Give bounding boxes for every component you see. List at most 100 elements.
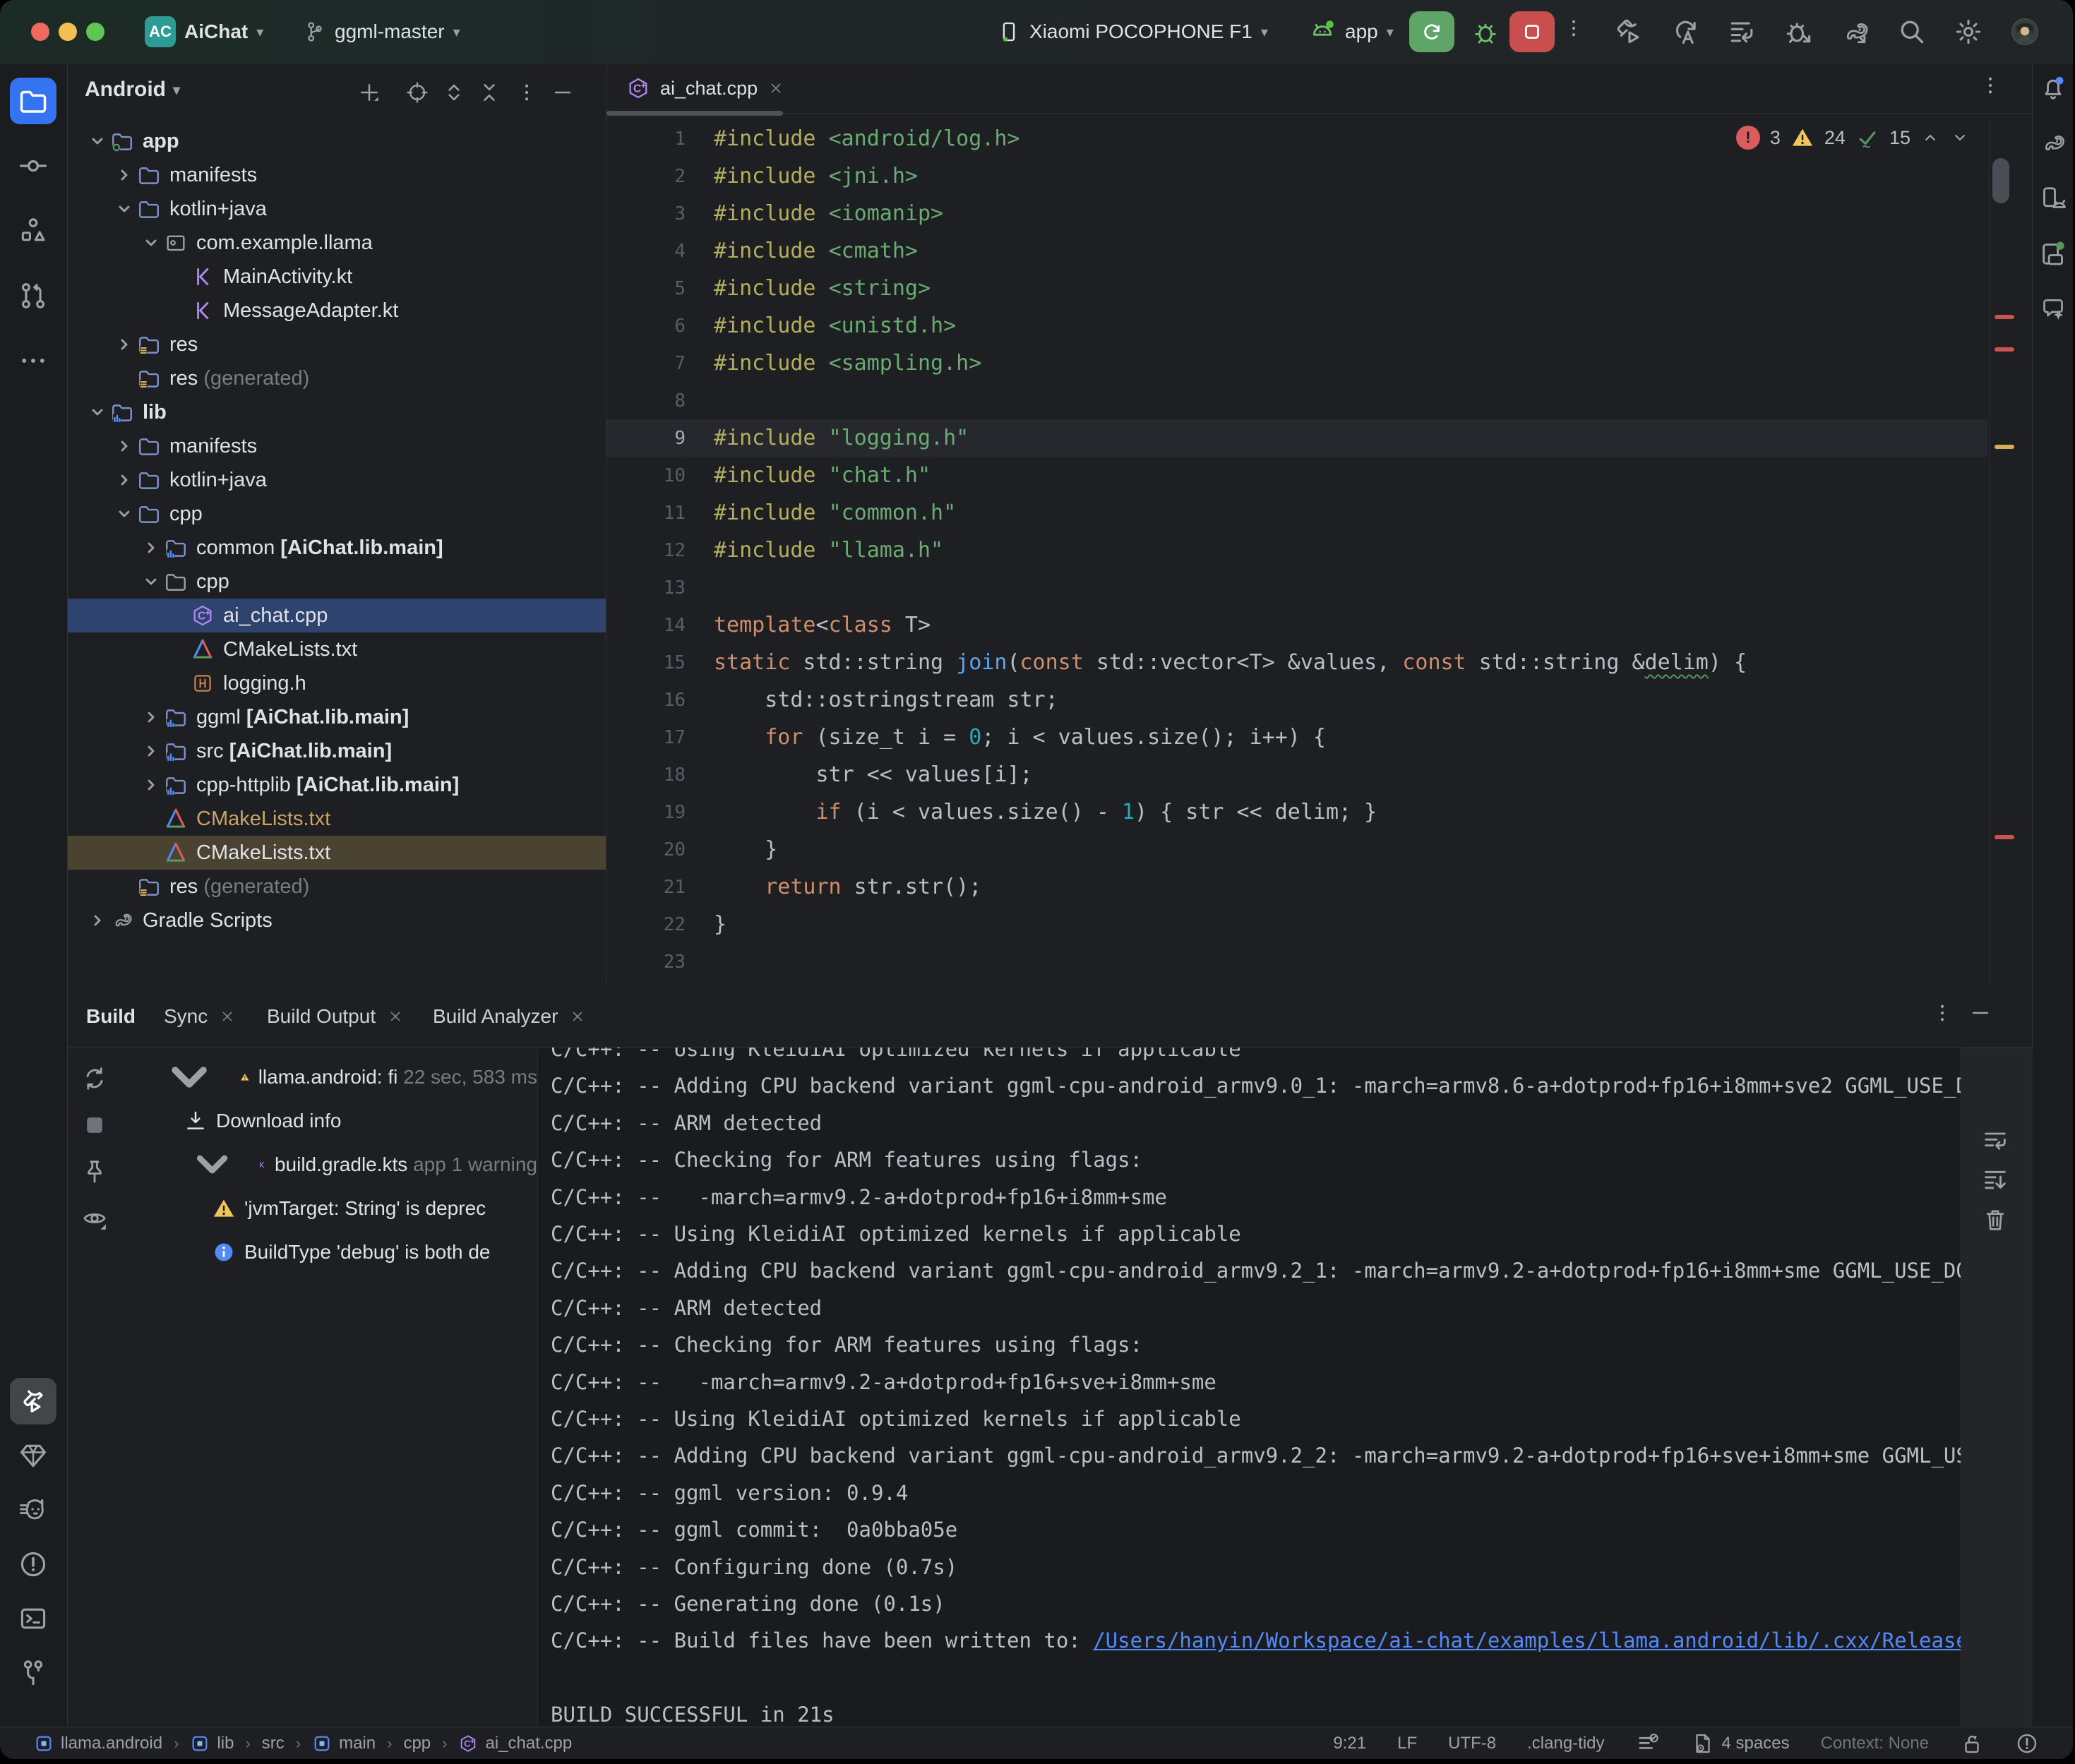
breadcrumb-item-cpp[interactable]: cpp (403, 1734, 431, 1753)
chevron-right-icon[interactable] (112, 162, 137, 188)
debug-button[interactable] (1463, 11, 1508, 52)
project-tree-item-kotlin-java[interactable]: kotlin+java (68, 463, 606, 497)
project-tree-item-kotlin-java[interactable]: kotlin+java (68, 192, 606, 226)
line-number[interactable]: 23 (606, 952, 714, 973)
project-tree-item-gradle-scripts[interactable]: Gradle Scripts (68, 904, 606, 937)
project-tree-item-cpp[interactable]: cpp (68, 497, 606, 531)
line-number[interactable]: 22 (606, 914, 714, 935)
next-problem-icon[interactable] (1950, 128, 1970, 148)
hide-button[interactable] (551, 80, 576, 106)
build-tree-item[interactable]: llama.android: fi 22 sec, 583 ms (124, 1057, 537, 1097)
project-tree-item-cmakelists-txt[interactable]: CMakeLists.txt (68, 802, 606, 836)
avatar-button[interactable] (2009, 16, 2040, 47)
line-number[interactable]: 3 (606, 203, 714, 224)
chevron-right-icon[interactable] (138, 738, 164, 764)
project-tree-item-manifests[interactable]: manifests (68, 158, 606, 192)
minimize-window-button[interactable] (59, 23, 77, 41)
zoom-window-button[interactable] (86, 23, 104, 41)
line-number[interactable]: 7 (606, 353, 714, 374)
close-icon[interactable] (387, 1008, 404, 1025)
build-output-path-link[interactable]: /Users/hanyin/Workspace/ai-chat/examples… (1093, 1628, 1961, 1652)
line-number[interactable]: 2 (606, 166, 714, 187)
tool-stripe-structure[interactable] (10, 208, 56, 254)
search-everywhere-button[interactable] (1896, 16, 1927, 47)
close-icon[interactable] (569, 1008, 586, 1025)
line-number[interactable]: 15 (606, 652, 714, 673)
editor-scrollbar-thumb[interactable] (1992, 158, 2009, 203)
code-editor[interactable]: 1#include <android/log.h>2#include <jni.… (606, 120, 1987, 985)
chevron-right-icon[interactable] (138, 535, 164, 560)
tool-stripe-pull-requests[interactable] (10, 272, 56, 319)
build-tree-item[interactable]: BuildType 'debug' is both de (124, 1232, 537, 1272)
inspection-widget[interactable]: ! 3 24 15 (1736, 126, 1970, 150)
line-number[interactable]: 5 (606, 278, 714, 299)
chevron-down-icon[interactable] (138, 230, 164, 256)
line-number[interactable]: 9 (606, 428, 714, 449)
line-number[interactable]: 19 (606, 802, 714, 823)
line-number[interactable]: 1 (606, 128, 714, 150)
file-encoding[interactable]: UTF-8 (1448, 1734, 1496, 1753)
error-stripe-mark[interactable] (1995, 835, 2014, 839)
build-tree-item[interactable]: 'jvmTarget: String' is deprec (124, 1189, 537, 1228)
tool-stripe-device-manager[interactable] (2037, 182, 2069, 215)
preview-button[interactable] (80, 1204, 109, 1232)
context-widget[interactable]: Context: None (1821, 1734, 1929, 1753)
tool-stripe-running-devices[interactable] (2037, 237, 2069, 270)
line-number[interactable]: 20 (606, 839, 714, 860)
chevron-down-icon[interactable] (85, 128, 110, 154)
device-selector[interactable]: Xiaomi POCOPHONE F1 ▾ (997, 0, 1268, 64)
stop-button[interactable] (1509, 11, 1555, 52)
project-tree-item-messageadapter-kt[interactable]: MessageAdapter.kt (68, 294, 606, 328)
tool-stripe-problems[interactable] (10, 1541, 56, 1588)
build-tab-build-output[interactable]: Build Output (267, 985, 404, 1047)
scroll-to-end-button[interactable] (1981, 1166, 2011, 1196)
build-console[interactable]: C/C++: -- Using KleidiAI optimized kerne… (537, 1048, 1961, 1726)
chevron-down-icon[interactable] (112, 196, 137, 222)
soft-wrap-button[interactable] (1981, 1127, 2011, 1156)
chevron-right-icon[interactable] (138, 704, 164, 730)
gradle-sync-button[interactable] (1840, 16, 1871, 47)
line-number[interactable]: 12 (606, 540, 714, 561)
tool-stripe-version-control[interactable] (10, 1650, 56, 1696)
run-more-actions-button[interactable] (1562, 16, 1593, 47)
pin-button[interactable] (80, 1158, 109, 1186)
error-stripe-mark[interactable] (1995, 445, 2014, 449)
suspend-button[interactable] (80, 1111, 109, 1139)
editor-options-button[interactable] (1978, 73, 2007, 102)
tool-stripe-logcat[interactable] (10, 1487, 56, 1533)
project-tree-item-app[interactable]: app (68, 124, 606, 158)
tool-stripe-gemini[interactable] (2037, 292, 2069, 325)
project-tree-item-ai-chat-cpp[interactable]: Cai_chat.cpp (68, 599, 606, 632)
line-number[interactable]: 11 (606, 503, 714, 524)
chevron-down-icon[interactable] (85, 400, 110, 425)
add-button[interactable] (357, 80, 383, 106)
expand-all-button[interactable] (442, 80, 467, 106)
chevron-right-icon[interactable] (112, 467, 137, 493)
locate-button[interactable] (405, 80, 431, 106)
close-window-button[interactable] (31, 23, 49, 41)
project-tree-item-mainactivity-kt[interactable]: MainActivity.kt (68, 260, 606, 294)
build-options-button[interactable] (1930, 1001, 1961, 1032)
sync-button[interactable] (80, 1064, 109, 1093)
line-number[interactable]: 14 (606, 615, 714, 636)
attach-debugger-button[interactable] (1783, 16, 1814, 47)
build-tree-item[interactable]: build.gradle.kts app 1 warning (124, 1145, 537, 1184)
tool-stripe-gradle[interactable] (2037, 127, 2069, 160)
error-stripe-mark[interactable] (1995, 347, 2014, 352)
apply-code-changes-button[interactable] (1727, 16, 1758, 47)
run-config-selector[interactable]: app ▾ (1308, 0, 1394, 64)
error-stripe-mark[interactable] (1995, 315, 2014, 319)
chevron-down-icon[interactable] (112, 501, 137, 527)
exclamation-circle-icon[interactable] (2015, 1732, 2039, 1756)
project-tree-item-manifests[interactable]: manifests (68, 429, 606, 463)
line-number[interactable]: 13 (606, 577, 714, 599)
project-tree-item-src[interactable]: src [AiChat.lib.main] (68, 734, 606, 768)
line-number[interactable]: 6 (606, 316, 714, 337)
project-tree-item-res[interactable]: res (generated) (68, 870, 606, 904)
project-tree-item-cmakelists-txt[interactable]: CMakeLists.txt (68, 632, 606, 666)
breadcrumb-item-llama-android[interactable]: llama.android (34, 1734, 162, 1753)
breadcrumb-item-ai-chat-cpp[interactable]: Cai_chat.cpp (458, 1734, 572, 1753)
close-icon[interactable] (767, 80, 784, 97)
formatter-icon[interactable] (1636, 1732, 1660, 1756)
tool-stripe-notifications[interactable] (2037, 72, 2069, 104)
